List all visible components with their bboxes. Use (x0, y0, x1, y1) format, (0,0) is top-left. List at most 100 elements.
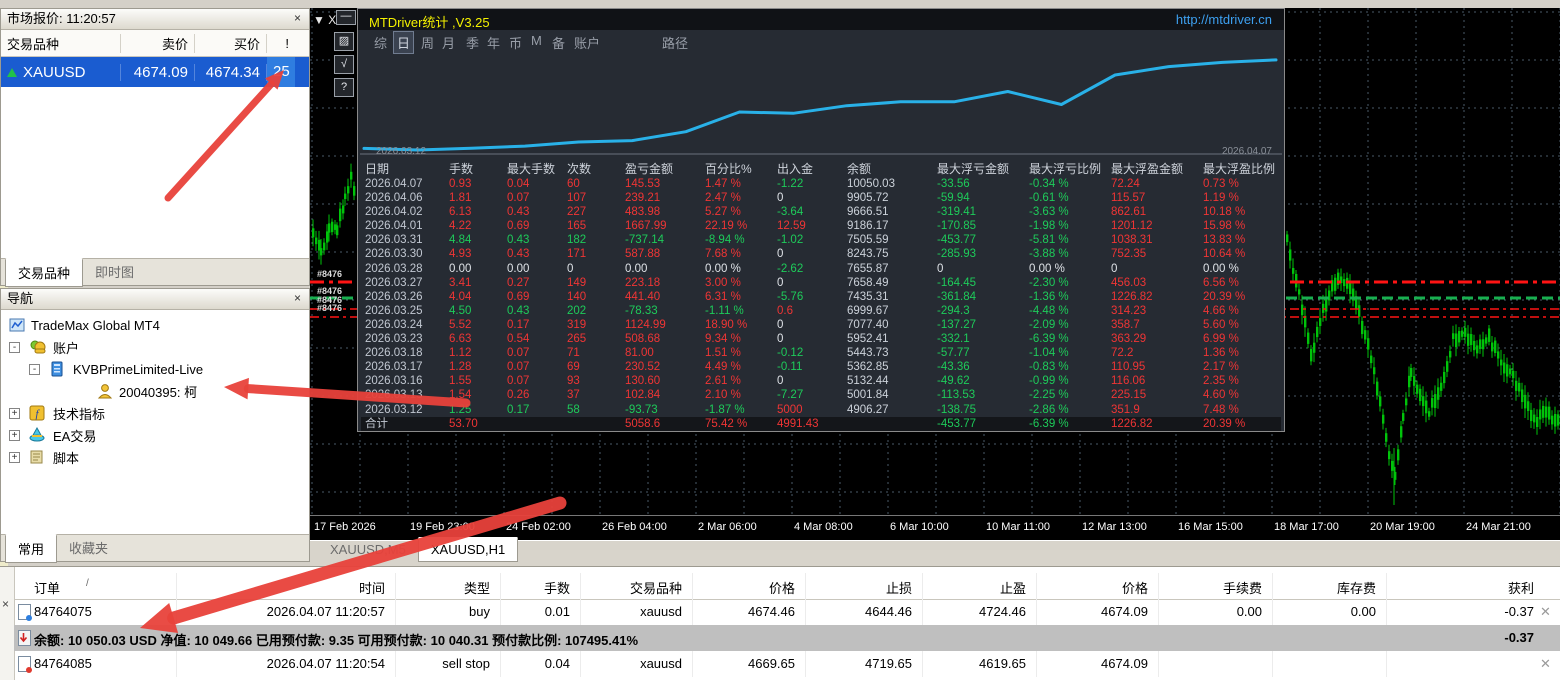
stats-button-综[interactable]: 综 (371, 32, 390, 53)
stats-col-header: 最大浮亏比例 (1029, 161, 1111, 177)
stats-button-季[interactable]: 季 (463, 32, 482, 53)
help-tool-icon[interactable]: ? (334, 78, 354, 97)
stats-cell: 4.04 (449, 290, 507, 304)
stats-cell: 15.98 % (1203, 219, 1287, 233)
market-watch-panel: 市场报价: 11:20:57 × 交易品种 卖价 买价 ! XAUUSD 467… (0, 8, 310, 286)
order-row-84764075[interactable]: 847640752026.04.07 11:20:57buy0.01xauusd… (14, 599, 1560, 625)
chart-tab-XAUUSD,H1[interactable]: XAUUSD,H1 (418, 537, 518, 562)
orders-col-header[interactable]: 手续费 (1223, 578, 1262, 597)
stats-button-M[interactable]: M (528, 32, 545, 49)
stats-cell: 0.69 (507, 219, 567, 233)
stats-cell: -1.36 % (1029, 290, 1111, 304)
stats-button-账户[interactable]: 账户 (571, 32, 603, 53)
stats-cell (567, 417, 625, 431)
orders-col-header[interactable]: 获利 (1508, 578, 1534, 597)
close-order-icon[interactable]: ✕ (1540, 604, 1551, 620)
tree-item-0[interactable]: TradeMax Global MT4 (1, 314, 309, 336)
stats-row: 2026.03.236.630.54265508.689.34 %05952.4… (361, 332, 1281, 346)
stats-cell: 9666.51 (847, 205, 937, 219)
tree-item-2[interactable]: -KVBPrimeLimited-Live (1, 358, 309, 380)
navigator-tab-1[interactable]: 收藏夹 (57, 535, 120, 561)
stats-cell: 5000 (777, 403, 847, 417)
panel-minimize-button[interactable]: — (336, 10, 356, 25)
time-axis-label: 12 Mar 13:00 (1082, 521, 1147, 533)
stats-row: 2026.03.121.250.1758-93.73-1.87 %5000490… (361, 403, 1281, 417)
stats-period-buttons: 综日周月季年币M备账户 路径 (358, 30, 1284, 55)
order-lots: 0.01 (545, 604, 570, 619)
stats-cell: -2.62 (777, 262, 847, 276)
orders-col-header[interactable]: 价格 (769, 578, 795, 597)
orders-col-header[interactable]: 类型 (464, 578, 490, 597)
symbol-row-xauusd[interactable]: XAUUSD 4674.09 4674.34 25 (1, 57, 309, 87)
collapse-icon[interactable]: - (9, 342, 20, 353)
navigator-tab-0[interactable]: 常用 (5, 534, 57, 563)
expand-icon[interactable]: + (9, 452, 20, 463)
tree-item-1[interactable]: -账户 (1, 336, 309, 358)
stats-button-币[interactable]: 币 (506, 32, 525, 53)
mtdriver-link[interactable]: http://mtdriver.cn (1176, 12, 1272, 27)
stats-button-日[interactable]: 日 (394, 32, 413, 53)
stats-cell: 102.84 (625, 388, 705, 402)
stats-cell: -1.11 % (705, 304, 777, 318)
orders-col-id[interactable]: 订单 (34, 578, 60, 597)
orders-col-header[interactable]: 库存费 (1337, 578, 1376, 597)
market-watch-tab-0[interactable]: 交易品种 (5, 258, 83, 287)
stats-row: 2026.04.070.930.0460145.531.47 %-1.22100… (361, 177, 1281, 191)
time-axis-label: 6 Mar 10:00 (890, 521, 949, 533)
stats-total-row: 合计53.705058.675.42 %4991.43-453.77-6.39 … (361, 417, 1281, 431)
stats-date: 2026.03.17 (365, 360, 449, 374)
close-icon[interactable]: × (290, 11, 305, 26)
tree-item-6[interactable]: +脚本 (1, 446, 309, 468)
stats-cell: -285.93 (937, 247, 1029, 261)
stats-button-路径[interactable]: 路径 (659, 32, 691, 53)
chart-tool-icon[interactable]: ▨ (334, 32, 354, 51)
stats-cell: 0.54 (507, 332, 567, 346)
column-separator (1386, 651, 1387, 677)
orders-col-header[interactable]: 止盈 (1000, 578, 1026, 597)
chart-tab-XAUUSD,M5[interactable]: XAUUSD,M5 (318, 539, 418, 561)
orders-col-header[interactable]: 止损 (886, 578, 912, 597)
tree-item-5[interactable]: +EA交易 (1, 424, 309, 446)
column-separator (580, 599, 581, 625)
order-row-84764085[interactable]: 847640852026.04.07 11:20:54sell stop0.04… (14, 651, 1560, 677)
column-separator (692, 573, 693, 599)
order-tp: 4619.65 (979, 656, 1026, 671)
orders-col-header[interactable]: 时间 (359, 578, 385, 597)
order-id: 84764085 (34, 656, 92, 671)
order-price2: 4674.09 (1101, 656, 1148, 671)
time-axis-label: 17 Feb 2026 (314, 521, 376, 533)
orders-col-header[interactable]: 手数 (544, 578, 570, 597)
stats-date: 合计 (365, 417, 449, 431)
collapse-icon[interactable]: - (29, 364, 40, 375)
stats-cell: 1.81 (449, 191, 507, 205)
stats-table-header: 日期手数最大手数次数盈亏金额百分比%出入金余额最大浮亏金额最大浮亏比例最大浮盈金… (361, 161, 1281, 177)
tree-item-3[interactable]: 20040395: 柯 (1, 380, 309, 402)
check-tool-icon[interactable]: √ (334, 55, 354, 74)
stats-col-header: 盈亏金额 (625, 161, 705, 177)
stats-cell: -3.64 (777, 205, 847, 219)
stats-cell: 3.00 % (705, 276, 777, 290)
market-watch-tab-1[interactable]: 即时图 (83, 259, 146, 285)
close-icon[interactable]: × (290, 291, 305, 306)
stats-cell: 6.99 % (1203, 332, 1287, 346)
stats-button-年[interactable]: 年 (484, 32, 503, 53)
tree-item-label: 技术指标 (53, 404, 105, 423)
time-axis-label: 10 Mar 11:00 (986, 521, 1050, 533)
close-order-icon[interactable]: ✕ (1540, 656, 1551, 672)
stats-cell: 456.03 (1111, 276, 1203, 290)
stats-button-备[interactable]: 备 (549, 32, 568, 53)
orders-col-header[interactable]: 价格 (1122, 578, 1148, 597)
time-axis-label: 16 Mar 15:00 (1178, 521, 1243, 533)
stats-cell: 4.60 % (1203, 388, 1287, 402)
close-icon[interactable]: × (2, 597, 9, 611)
expand-icon[interactable]: + (9, 408, 20, 419)
expand-icon[interactable]: + (9, 430, 20, 441)
stats-cell: 1.36 % (1203, 346, 1287, 360)
order-symbol: xauusd (640, 656, 682, 671)
stats-cell: 9186.17 (847, 219, 937, 233)
stats-button-月[interactable]: 月 (439, 32, 458, 53)
stats-button-周[interactable]: 周 (418, 32, 437, 53)
stats-cell: 145.53 (625, 177, 705, 191)
tree-item-4[interactable]: +f技术指标 (1, 402, 309, 424)
orders-col-header[interactable]: 交易品种 (630, 578, 682, 597)
